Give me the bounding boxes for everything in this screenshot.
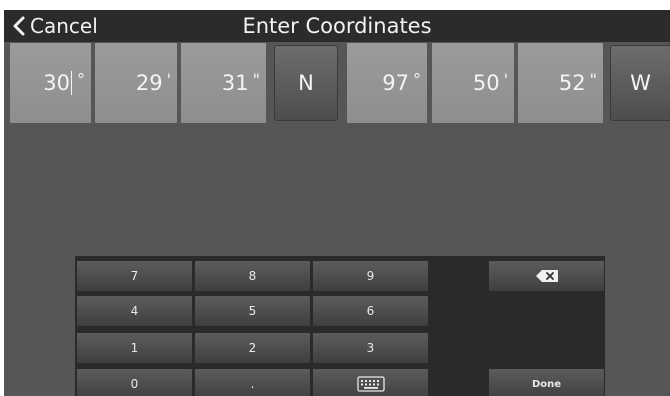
second-symbol: " — [589, 69, 597, 89]
key-2[interactable]: 2 — [194, 332, 311, 364]
longitude-degrees-field[interactable]: 97 ° — [347, 43, 427, 123]
backspace-icon — [535, 270, 558, 282]
keyboard-icon — [356, 376, 385, 392]
latitude-seconds-value: 31 — [221, 71, 249, 95]
key-label: 7 — [130, 269, 139, 283]
longitude-seconds-field[interactable]: 52 " — [518, 43, 603, 123]
minute-symbol: ' — [503, 69, 508, 89]
key-label: 5 — [248, 304, 257, 318]
coordinate-entry-screen: Cancel Enter Coordinates 30 ° 29 ' 31 " … — [4, 10, 670, 396]
key-1[interactable]: 1 — [76, 332, 193, 364]
text-cursor — [71, 71, 72, 95]
key-4[interactable]: 4 — [76, 295, 193, 327]
key-label: 4 — [130, 304, 139, 318]
latitude-hemisphere-label: N — [298, 71, 314, 95]
degree-symbol: ° — [77, 69, 85, 89]
latitude-degrees-field[interactable]: 30 ° — [10, 43, 91, 123]
key-5[interactable]: 5 — [194, 295, 311, 327]
latitude-seconds-field[interactable]: 31 " — [181, 43, 266, 123]
key-7[interactable]: 7 — [76, 260, 193, 292]
key-label: 8 — [248, 269, 257, 283]
header-bar: Cancel Enter Coordinates — [4, 10, 670, 42]
key-label: . — [250, 377, 255, 391]
longitude-hemisphere-toggle[interactable]: W — [610, 45, 670, 121]
numeric-keypad: 7 8 9 4 5 6 1 2 3 0 . Done — [75, 256, 605, 396]
degree-symbol: ° — [413, 69, 421, 89]
longitude-minutes-value: 50 — [472, 71, 500, 95]
latitude-minutes-value: 29 — [135, 71, 163, 95]
key-label: 2 — [248, 341, 257, 355]
key-8[interactable]: 8 — [194, 260, 311, 292]
longitude-degrees-value: 97 — [382, 71, 409, 95]
longitude-seconds-value: 52 — [558, 71, 586, 95]
latitude-degrees-value: 30 — [43, 71, 70, 95]
key-label: 9 — [366, 269, 375, 283]
keyboard-toggle-button[interactable] — [312, 368, 429, 396]
key-label: 6 — [366, 304, 375, 318]
page-title: Enter Coordinates — [242, 14, 432, 38]
key-label: 3 — [366, 341, 375, 355]
latitude-hemisphere-toggle[interactable]: N — [274, 45, 338, 121]
minute-symbol: ' — [166, 69, 171, 89]
done-label: Done — [531, 378, 562, 390]
second-symbol: " — [252, 69, 260, 89]
coordinate-fields: 30 ° 29 ' 31 " N 97 ° 50 ' 52 " W — [4, 43, 670, 125]
key-3[interactable]: 3 — [312, 332, 429, 364]
longitude-minutes-field[interactable]: 50 ' — [432, 43, 514, 123]
longitude-hemisphere-label: W — [630, 71, 651, 95]
key-9[interactable]: 9 — [312, 260, 429, 292]
key-0[interactable]: 0 — [76, 368, 193, 396]
done-button[interactable]: Done — [488, 368, 605, 396]
backspace-button[interactable] — [488, 260, 605, 292]
key-decimal[interactable]: . — [194, 368, 311, 396]
key-6[interactable]: 6 — [312, 295, 429, 327]
key-label: 0 — [130, 377, 139, 391]
key-label: 1 — [130, 341, 139, 355]
latitude-minutes-field[interactable]: 29 ' — [95, 43, 177, 123]
